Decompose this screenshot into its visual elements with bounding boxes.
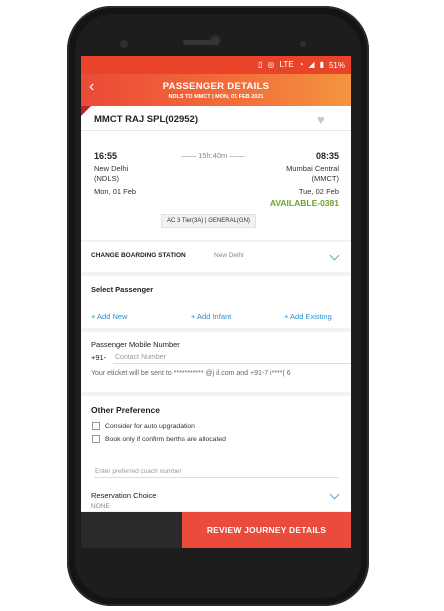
departure-time: 16:55: [94, 151, 118, 161]
lte-signal-icon: LTE: [280, 61, 294, 69]
eticket-delivery-note: Your eticket will be sent to ***********…: [91, 370, 291, 377]
to-date: Tue, 02 Feb: [298, 187, 339, 196]
journey-subtitle: NDLS TO MMCT | MON, 01 FEB 2021: [168, 94, 264, 100]
confirm-berths-checkbox[interactable]: [92, 435, 100, 443]
hotspot-icon: ◎: [267, 60, 275, 69]
page-header: ‹ PASSENGER DETAILS NDLS TO MMCT | MON, …: [81, 74, 351, 106]
bottom-bar-left: [81, 512, 182, 548]
auto-upgrade-option[interactable]: Consider for auto upgradation: [92, 422, 195, 430]
app-screen: ▯ ◎ LTE ◔ ◢ ▮ 51% ‹ PASSENGER DETAILS ND…: [81, 56, 351, 548]
other-preference-section: Other Preference Consider for auto upgra…: [81, 396, 351, 511]
auto-upgrade-checkbox[interactable]: [92, 422, 100, 430]
chevron-down-icon[interactable]: [329, 250, 340, 261]
lte-label: LTE: [279, 60, 294, 69]
boarding-station-label: CHANGE BOARDING STATION: [91, 252, 186, 259]
add-infant-link[interactable]: + Add Infant: [191, 312, 231, 321]
preferred-coach-input[interactable]: [94, 465, 339, 478]
to-station: Mumbai Central: [286, 164, 339, 173]
mobile-number-section: Passenger Mobile Number +91- Your eticke…: [81, 332, 351, 392]
boarding-station-row[interactable]: CHANGE BOARDING STATION New Delhi: [81, 242, 351, 272]
mobile-number-label: Passenger Mobile Number: [91, 340, 180, 349]
to-code: (MMCT): [311, 174, 340, 183]
arrival-time: 08:35: [315, 151, 339, 161]
from-date: Mon, 01 Feb: [94, 187, 137, 196]
sensor-dot: [300, 41, 306, 47]
reservation-choice-label: Reservation Choice: [91, 491, 157, 500]
select-passenger-section: Select Passenger + Add New + Add Infant …: [81, 276, 351, 328]
battery-icon: ▮: [319, 60, 324, 69]
review-journey-button[interactable]: REVIEW JOURNEY DETAILS: [182, 512, 351, 548]
contact-number-input[interactable]: [113, 351, 351, 364]
status-bar: ▯ ◎ LTE ◔ ◢ ▮ 51%: [81, 56, 351, 74]
boarding-station-value: New Delhi: [214, 252, 244, 259]
heart-icon[interactable]: ♥: [317, 112, 325, 127]
signal-icon: ◢: [308, 60, 315, 69]
class-quota-badge: AC 3 Tier(3A) | GENERAL(GN): [161, 214, 256, 228]
divider: [81, 130, 351, 131]
bottom-bar: REVIEW JOURNEY DETAILS: [81, 512, 351, 548]
from-code: (NDLS): [94, 174, 120, 183]
confirm-berths-label: Book only if confirm berths are allocate…: [105, 435, 226, 443]
corner-ribbon: [81, 106, 91, 116]
other-preference-title: Other Preference: [91, 405, 160, 415]
train-card: MMCT RAJ SPL(02952) ♥ 16:55 —— 15h:40m —…: [81, 106, 351, 240]
sensor-dot: [120, 40, 128, 48]
journey-duration: —— 15h:40m ——: [181, 151, 245, 160]
select-passenger-title: Select Passenger: [91, 285, 154, 294]
country-code-prefix: +91-: [91, 353, 107, 362]
page-title: PASSENGER DETAILS: [162, 81, 270, 92]
availability-status: AVAILABLE-0381: [269, 198, 339, 208]
battery-percent: 51%: [328, 60, 345, 70]
auto-upgrade-label: Consider for auto upgradation: [105, 422, 195, 430]
wifi-icon: ◔: [298, 60, 304, 69]
add-new-passenger-link[interactable]: + Add New: [91, 312, 127, 321]
vibrate-icon: ▯: [258, 60, 263, 69]
chevron-down-icon[interactable]: [329, 489, 340, 500]
train-name: MMCT RAJ SPL(02952): [94, 114, 198, 125]
earpiece-speaker: [183, 40, 219, 45]
from-station: New Delhi: [94, 164, 129, 173]
reservation-choice-value: NONE: [91, 503, 110, 510]
add-existing-passenger-link[interactable]: + Add Existing: [284, 312, 332, 321]
confirm-berths-option[interactable]: Book only if confirm berths are allocate…: [92, 435, 226, 443]
